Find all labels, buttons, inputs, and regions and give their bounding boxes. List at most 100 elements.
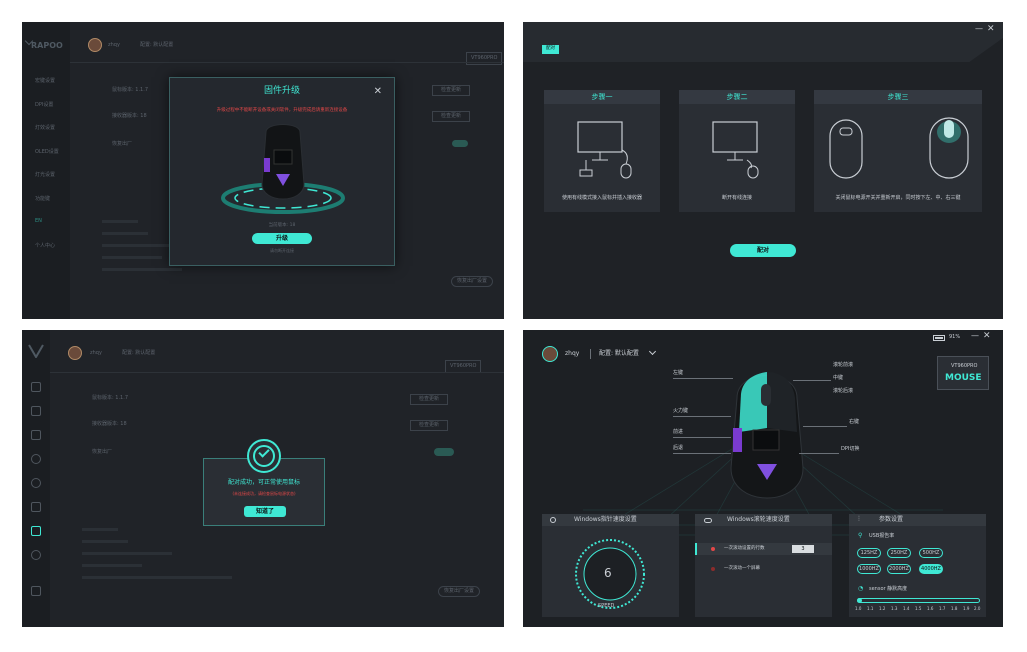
thumb-icon[interactable]: [31, 526, 41, 536]
avatar[interactable]: [542, 346, 558, 362]
callout-fire-key: 火力键: [673, 408, 689, 414]
model-badge: VT960PRO MOUSE: [937, 356, 989, 390]
step-card-1: 步骤一 使用有线模式接入鼠标并插入接收器: [544, 90, 660, 212]
callout-dpi: DPI切换: [841, 446, 860, 452]
callout-back: 后退: [673, 445, 684, 451]
rate-4000[interactable]: 4000HZ: [919, 564, 943, 574]
rate-500[interactable]: 500HZ: [919, 548, 943, 558]
ok-button[interactable]: 知道了: [244, 506, 286, 517]
row-receiver-version: 接收器版本: 18: [92, 421, 127, 427]
sync-icon[interactable]: [31, 454, 41, 464]
list-item: [82, 564, 142, 567]
keyboard-icon[interactable]: [31, 406, 41, 416]
config-select[interactable]: 配置: 默认配置: [599, 351, 639, 357]
monitor-icon: [577, 121, 632, 179]
rate-2000[interactable]: 2000HZ: [887, 564, 911, 574]
step-title: 步骤二: [679, 90, 795, 104]
image-icon[interactable]: [31, 502, 41, 512]
tick-label: 2.0: [974, 606, 981, 611]
grid-icon[interactable]: [31, 430, 41, 440]
mail-icon[interactable]: [31, 586, 41, 596]
username: zhqy: [90, 350, 102, 356]
close-icon[interactable]: ✕: [987, 25, 995, 34]
sliders-icon: ⫶: [858, 515, 860, 523]
usb-label: USB报告率: [869, 533, 895, 539]
check-update-button-2[interactable]: 检查更新: [410, 420, 449, 431]
brand-logo: [28, 344, 44, 358]
step-title: 步骤一: [544, 90, 660, 104]
check-update-button[interactable]: 检查更新: [410, 394, 449, 405]
tab-pair[interactable]: 配对: [542, 45, 559, 54]
upgrade-button[interactable]: 升级: [252, 233, 312, 244]
check-update-button[interactable]: 检查更新: [432, 85, 471, 96]
pointer-speed-card: Windows指针速度设置 6 SPEED: [542, 514, 679, 617]
toggle-switch[interactable]: [452, 140, 468, 147]
callout-scroll-up: 滚轮前滚: [833, 362, 854, 368]
sensor-label: sensor 静默高度: [869, 586, 908, 592]
menu-item-oled[interactable]: OLED设置: [35, 148, 59, 155]
avatar[interactable]: [88, 38, 102, 52]
slider-handle[interactable]: [857, 598, 862, 603]
config-select[interactable]: 配置: 默认配置: [140, 43, 173, 48]
menu-item-en[interactable]: EN: [35, 218, 42, 224]
menu-item-macro[interactable]: 宏键设置: [35, 77, 55, 84]
close-icon[interactable]: ✕: [374, 87, 382, 97]
step-text: 断开有线连接: [721, 195, 752, 201]
rate-250[interactable]: 250HZ: [887, 548, 911, 558]
rate-1000[interactable]: 1000HZ: [857, 564, 881, 574]
battery-icon: [933, 335, 945, 341]
list-item: [102, 256, 162, 259]
tick-label: 1.1: [867, 606, 874, 611]
tick-label: 1.0: [855, 606, 862, 611]
panel-mouse-main: 91% — ✕ zhqy 配置: 默认配置 VT960PRO MOUSE 左键 …: [523, 330, 1003, 627]
battery-level: 91%: [949, 334, 961, 340]
radio-dot[interactable]: [711, 547, 715, 551]
toggle-switch[interactable]: [434, 448, 454, 456]
macro-icon[interactable]: [31, 382, 41, 392]
model-sub: MOUSE: [945, 373, 982, 383]
bulb-icon[interactable]: [31, 478, 41, 488]
minimize-icon[interactable]: —: [975, 25, 983, 33]
panel-firmware-upgrade: RAPOO 宏键设置 DPI设置 灯效设置 OLED设置 灯光设置 功能键 EN…: [22, 22, 504, 319]
tick-label: 1.5: [915, 606, 922, 611]
factory-reset-button[interactable]: 恢复出厂设置: [451, 276, 494, 287]
chevron-down-icon[interactable]: [648, 347, 657, 356]
list-item: [82, 528, 118, 531]
menu-item-lamp[interactable]: 灯光设置: [35, 171, 55, 178]
mouse-image: [730, 372, 804, 499]
success-sub: (未连接成功，请检查鼠标电源状态): [232, 491, 296, 496]
row-factory-reset: 恢复出厂: [112, 141, 133, 147]
avatar[interactable]: [68, 346, 82, 360]
success-message: 配对成功，可正常使用鼠标: [227, 479, 300, 486]
wheel-option-lines: 一次滚动设置的行数: [724, 546, 765, 551]
sensor-icon: ◔: [858, 585, 864, 592]
tick-label: 1.9: [963, 606, 970, 611]
menu-item-light[interactable]: 灯效设置: [35, 124, 55, 131]
brand-logo: RAPOO: [31, 41, 63, 50]
close-icon[interactable]: ✕: [983, 332, 991, 341]
mouse-bottom-icon: [829, 119, 863, 179]
row-receiver-version: 接收器版本: 18: [112, 113, 147, 119]
callout-forward: 前进: [673, 429, 684, 435]
menu-item-function[interactable]: 功能键: [35, 195, 50, 202]
step-text: 使用有线模式接入鼠标并插入接收器: [561, 195, 642, 201]
rate-125[interactable]: 125HZ: [857, 548, 881, 558]
config-select[interactable]: 配置: 默认配置: [122, 351, 155, 356]
pointer-title: Windows指针速度设置: [574, 516, 637, 523]
callout-left-button: 左键: [673, 370, 684, 376]
user-icon[interactable]: [31, 550, 41, 560]
minimize-icon[interactable]: —: [971, 332, 979, 340]
radio-dot[interactable]: [711, 567, 715, 571]
pair-button[interactable]: 配对: [730, 244, 796, 257]
lines-stepper[interactable]: 3: [792, 545, 814, 553]
step-card-2: 步骤二 断开有线连接: [679, 90, 795, 212]
list-item: [102, 232, 148, 235]
check-update-button-2[interactable]: 检查更新: [432, 111, 471, 122]
list-item: [82, 540, 128, 543]
sensor-slider[interactable]: [857, 598, 980, 603]
speed-unit: SPEED: [598, 603, 615, 609]
factory-reset-button[interactable]: 恢复出厂设置: [438, 586, 481, 597]
menu-item-profile[interactable]: 个人中心: [35, 242, 55, 249]
warning-text: 升级过程中不能断开设备或关闭软件，升级完成后请重新连接设备: [216, 108, 348, 113]
menu-item-dpi[interactable]: DPI设置: [35, 101, 53, 108]
